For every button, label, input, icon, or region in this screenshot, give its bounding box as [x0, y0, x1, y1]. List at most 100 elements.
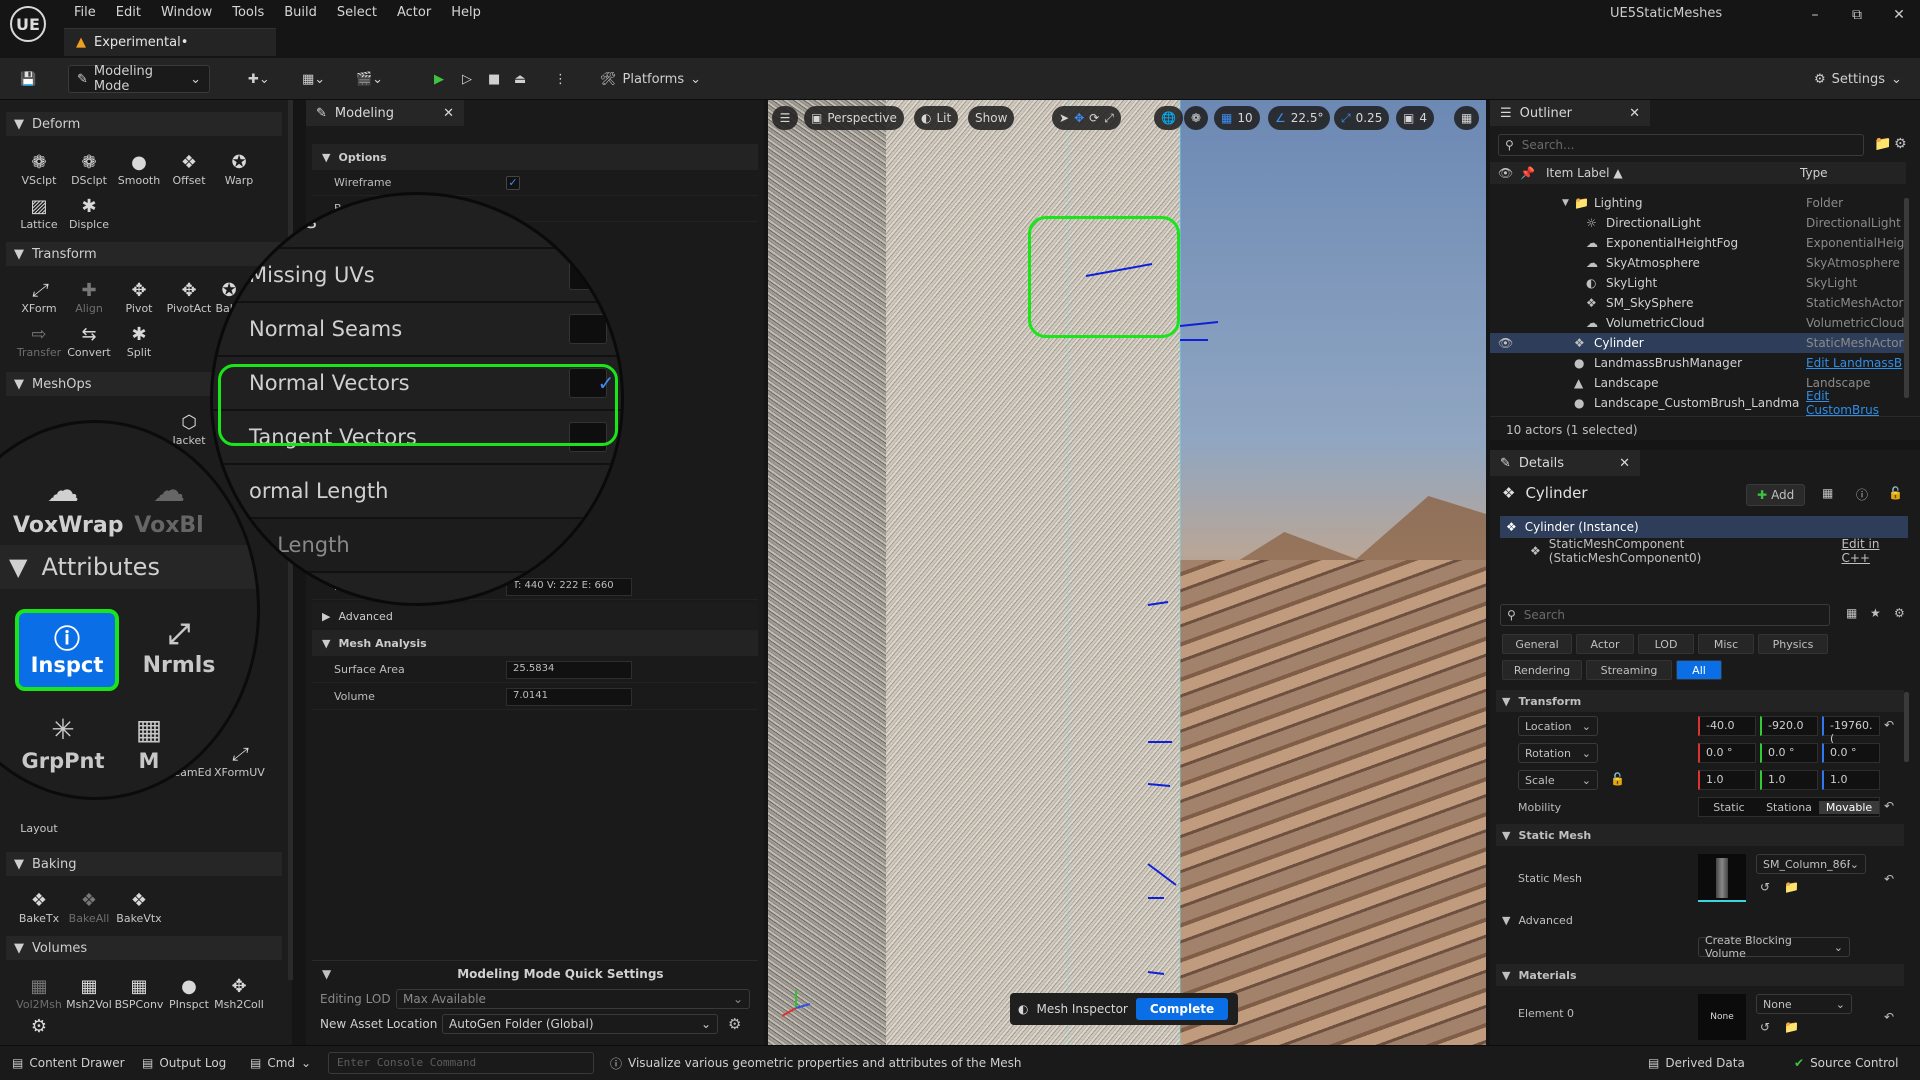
close-tab-icon[interactable]: ✕: [443, 106, 454, 121]
list-item[interactable]: ☁ ExponentialHeightFog ExponentialHeigl: [1490, 233, 1908, 253]
more-options-icon[interactable]: ⋮: [546, 65, 575, 93]
help-icon[interactable]: ⓘ: [1856, 486, 1868, 503]
gear-icon[interactable]: ⚙: [1894, 606, 1905, 620]
list-item[interactable]: ▼ 📁 Lighting Folder: [1490, 193, 1906, 213]
rotation-z[interactable]: 0.0 °: [1822, 743, 1880, 763]
list-item[interactable]: ◐ SkyLight SkyLight: [1490, 273, 1906, 293]
scale-snap-button[interactable]: ⤢ 0.25: [1334, 106, 1390, 130]
list-item[interactable]: ☼ DirectionalLight DirectionalLight: [1490, 213, 1906, 233]
material-thumbnail[interactable]: None: [1698, 994, 1746, 1040]
grid-snap-button[interactable]: ▦ 10: [1214, 106, 1260, 130]
quick-settings-header[interactable]: ▼ Modeling Mode Quick Settings: [312, 960, 758, 986]
zoom-section-attributes[interactable]: ▼ Attributes: [0, 545, 257, 589]
menu-edit[interactable]: Edit: [106, 1, 151, 24]
tool-pinspct[interactable]: ● PInspct: [164, 976, 214, 1011]
mobility-stationary[interactable]: Stationa: [1759, 801, 1819, 814]
scale-x[interactable]: 1.0: [1698, 770, 1756, 790]
add-folder-icon[interactable]: 📁: [1874, 136, 1891, 152]
perspective-button[interactable]: ▣ Perspective: [804, 106, 904, 130]
select-icon[interactable]: ➤: [1059, 111, 1069, 125]
filter-lod[interactable]: LOD: [1638, 634, 1694, 654]
filter-physics[interactable]: Physics: [1758, 634, 1828, 654]
tool-convert[interactable]: ⇆ Convert: [64, 324, 114, 359]
lock-icon[interactable]: 🔓: [1888, 486, 1903, 500]
tool-bakeall[interactable]: ❖ BakeAll: [64, 890, 114, 925]
reset-icon[interactable]: ↶: [1884, 1010, 1894, 1024]
static-mesh-advanced[interactable]: ▼ Advanced: [1496, 910, 1904, 930]
add-actor-icon[interactable]: ✚⌄: [240, 65, 278, 93]
tool-displce[interactable]: ✱ Displce: [64, 196, 114, 231]
tool-pivotact[interactable]: ✥ PivotAct: [164, 280, 214, 315]
map-tab[interactable]: ▲ Experimental•: [64, 28, 276, 56]
tool-offset[interactable]: ❖ Offset: [164, 152, 214, 187]
tool-dsclpt[interactable]: ❁ DSclpt: [64, 152, 114, 187]
use-selected-icon[interactable]: ↺: [1760, 1020, 1770, 1034]
rotation-x[interactable]: 0.0 °: [1698, 743, 1756, 763]
tab-details[interactable]: ✎ Details ✕: [1490, 450, 1640, 476]
tab-modeling[interactable]: ✎ Modeling ✕: [306, 100, 464, 126]
tool-vsclpt[interactable]: ❁ VSclpt: [14, 152, 64, 187]
blueprint-icon[interactable]: ▦: [1822, 486, 1833, 500]
play-icon[interactable]: ▶: [426, 65, 452, 93]
move-icon[interactable]: ✥: [1074, 111, 1084, 125]
materials-section[interactable]: ▼ Materials: [1496, 964, 1904, 986]
camera-speed-button[interactable]: ▣ 4: [1396, 106, 1434, 130]
close-tab-icon[interactable]: ✕: [1619, 456, 1630, 471]
content-drawer-button[interactable]: ▤ Content Drawer: [12, 1046, 125, 1080]
tool-layout[interactable]: Layout: [14, 800, 64, 835]
list-item[interactable]: ☁ SkyAtmosphere SkyAtmosphere: [1490, 253, 1906, 273]
angle-snap-button[interactable]: ∠ 22.5°: [1268, 106, 1331, 130]
scale-z[interactable]: 1.0: [1822, 770, 1880, 790]
col-type[interactable]: Type: [1800, 166, 1828, 180]
filter-actor[interactable]: Actor: [1576, 634, 1634, 654]
filter-all[interactable]: All: [1676, 660, 1722, 680]
complete-button[interactable]: Complete: [1135, 998, 1229, 1020]
tool-baketx[interactable]: ❖ BakeTx: [14, 890, 64, 925]
tool-lattice[interactable]: ▨ Lattice: [14, 196, 64, 231]
menu-select[interactable]: Select: [327, 1, 387, 24]
browse-icon[interactable]: 📁: [1784, 880, 1799, 894]
mesh-thumbnail[interactable]: [1698, 854, 1746, 902]
list-item[interactable]: ● Landscape_CustomBrush_Landma Edit Custom…: [1490, 389, 1906, 417]
step-icon[interactable]: ▷: [454, 65, 480, 93]
zoom-tool-voxwrap[interactable]: ☁ VoxWrap: [13, 471, 123, 538]
tool-xform[interactable]: ⤢ XForm: [14, 280, 64, 315]
scale-dropdown[interactable]: Scale ⌄: [1518, 770, 1598, 790]
details-search[interactable]: ⚲ Search: [1500, 604, 1830, 626]
list-item[interactable]: ❖ SM_SkySphere StaticMeshActor: [1490, 293, 1906, 313]
scale-y[interactable]: 1.0: [1760, 770, 1818, 790]
component-instance-row[interactable]: ❖ Cylinder (Instance): [1500, 516, 1908, 538]
outliner-search[interactable]: ⚲ Search...: [1498, 134, 1864, 156]
blocking-volume-dropdown[interactable]: Create Blocking Volume ⌄: [1698, 934, 1850, 960]
platforms-button[interactable]: 🛠 Platforms ⌄: [592, 65, 709, 93]
outliner-scrollbar[interactable]: [1904, 198, 1909, 398]
list-item-selected[interactable]: 👁 ❖ Cylinder StaticMeshActor: [1490, 333, 1906, 353]
filter-misc[interactable]: Misc: [1698, 634, 1754, 654]
gear-icon[interactable]: ⚙: [728, 1015, 741, 1033]
section-deform[interactable]: ▼ Deform: [6, 112, 282, 136]
tool-msh2vol[interactable]: ▦ Msh2Vol: [64, 976, 114, 1011]
tool-transfer[interactable]: ⇨ Transfer: [14, 324, 64, 359]
close-window-button[interactable]: ✕: [1888, 4, 1910, 26]
pin-icon[interactable]: 📌: [1520, 166, 1535, 180]
surface-snap-icon[interactable]: ❁: [1184, 106, 1209, 130]
derived-data-button[interactable]: ▤ Derived Data: [1648, 1046, 1745, 1080]
world-space-icon[interactable]: 🌐: [1154, 106, 1183, 130]
mode-dropdown[interactable]: ✎ Modeling Mode ⌄: [68, 64, 210, 94]
menu-tools[interactable]: Tools: [222, 1, 274, 24]
menu-actor[interactable]: Actor: [387, 1, 441, 24]
cmd-dropdown[interactable]: ▤ Cmd ⌄: [250, 1046, 311, 1080]
settings-button[interactable]: ⚙ Settings ⌄: [1806, 65, 1910, 93]
menu-file[interactable]: File: [64, 1, 106, 24]
zoom-tool-voxbl[interactable]: ☁ VoxBl: [119, 471, 219, 538]
add-component-button[interactable]: ✚ Add: [1746, 484, 1806, 506]
tool-pivot[interactable]: ✥ Pivot: [114, 280, 164, 315]
show-button[interactable]: Show: [968, 106, 1015, 130]
minimize-button[interactable]: –: [1804, 4, 1826, 26]
tool-split[interactable]: ✱ Split: [114, 324, 164, 359]
tab-outliner[interactable]: ☰ Outliner ✕: [1490, 100, 1650, 126]
use-selected-icon[interactable]: ↺: [1760, 880, 1770, 894]
menu-help[interactable]: Help: [441, 1, 491, 24]
tool-bakevtx[interactable]: ❖ BakeVtx: [114, 890, 164, 925]
tool-align[interactable]: ✚ Align: [64, 280, 114, 315]
